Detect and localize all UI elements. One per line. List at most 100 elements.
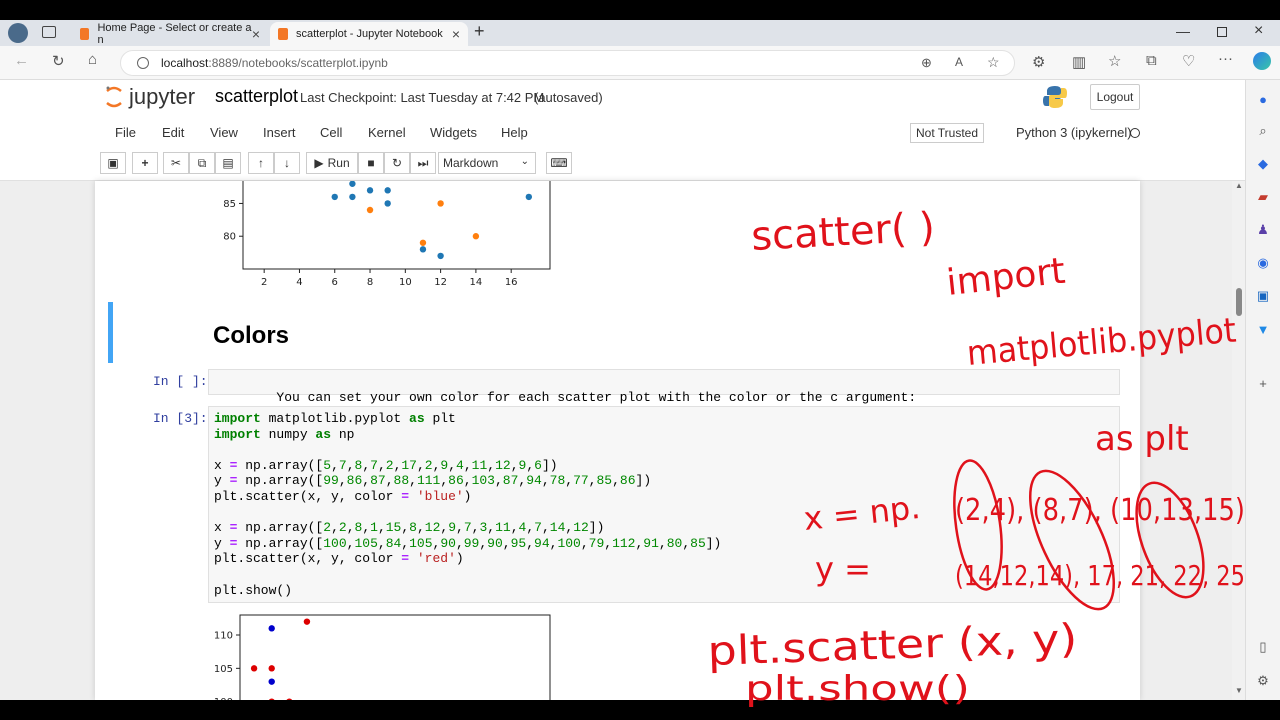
refresh-icon[interactable]: ↻	[52, 52, 65, 70]
menu-edit[interactable]: Edit	[162, 125, 184, 140]
bell-icon[interactable]: ●	[1254, 90, 1272, 108]
read-aloud-icon[interactable]: A	[955, 55, 963, 69]
outlook-icon[interactable]: ▣	[1254, 287, 1272, 305]
save-button[interactable]: ▣	[100, 152, 126, 174]
code-line: import numpy as np	[214, 426, 355, 442]
browser-essentials-icon[interactable]: ♡	[1182, 52, 1195, 70]
restore-icon[interactable]	[1217, 27, 1227, 37]
menu-widgets[interactable]: Widgets	[430, 125, 477, 140]
tab-actions-icon[interactable]	[42, 26, 56, 38]
x-tick-label: 8	[367, 277, 373, 288]
jupyter-logo[interactable]: jupyter	[105, 84, 195, 110]
jupyter-logo-text: jupyter	[129, 84, 196, 109]
page-scrollbar[interactable]: ▲ ▼	[1232, 181, 1245, 700]
scatter-chart-1: 246810121416808590	[223, 181, 551, 288]
jupyter-tab-icon	[80, 28, 90, 40]
url-input[interactable]: localhost:8889/notebooks/scatterplot.ipy…	[120, 50, 1015, 76]
url-path: :8889/notebooks/scatterplot.ipynb	[208, 56, 388, 70]
scroll-down-icon[interactable]: ▼	[1235, 686, 1243, 695]
cell-type-value: Markdown	[443, 156, 499, 170]
scatter-point	[268, 665, 275, 672]
toolbox-icon[interactable]: ▰	[1254, 188, 1272, 206]
notebook-container: 246810121416808590 Colors In [ ]: You ca…	[95, 181, 1140, 700]
microsoft-365-icon[interactable]: ◉	[1254, 254, 1272, 272]
search-icon[interactable]: ⌕	[1254, 122, 1272, 140]
tab-home[interactable]: Home Page - Select or create a n ×	[72, 22, 268, 46]
profile-avatar[interactable]	[8, 23, 28, 43]
python-logo-icon	[1043, 86, 1067, 108]
interrupt-button[interactable]: ■	[358, 152, 384, 174]
scroll-up-icon[interactable]: ▲	[1235, 181, 1243, 190]
favorites-icon[interactable]: ☆	[1108, 52, 1121, 70]
new-tab-button[interactable]: +	[474, 21, 485, 42]
back-icon[interactable]: ←	[14, 52, 29, 69]
home-icon[interactable]: ⌂	[88, 51, 97, 68]
menu-view[interactable]: View	[210, 125, 238, 140]
cell-type-select[interactable]: Markdown ⌄	[438, 152, 536, 174]
jupyter-header: jupyter scatterplot Last Checkpoint: Las…	[0, 80, 1245, 181]
cell-prompt: In [3]:	[153, 411, 208, 426]
move-down-button[interactable]: ↓	[274, 152, 300, 174]
command-palette-button[interactable]: ⌨	[546, 152, 572, 174]
notebook-name[interactable]: scatterplot	[215, 86, 298, 107]
scatter-point	[419, 239, 427, 246]
extensions-icon[interactable]: ⚙	[1032, 53, 1045, 71]
trust-button[interactable]: Not Trusted	[910, 123, 985, 143]
scatter-point	[437, 200, 444, 207]
shopping-tag-icon[interactable]: ◆	[1254, 155, 1272, 173]
tab-home-label: Home Page - Select or create a n	[97, 22, 252, 46]
kernel-name[interactable]: Python 3 (ipykernel)	[1016, 125, 1132, 140]
move-up-button[interactable]: ↑	[248, 152, 274, 174]
insert-cell-button[interactable]: +	[132, 152, 158, 174]
games-icon[interactable]: ♟	[1254, 221, 1272, 239]
tab-scatterplot[interactable]: scatterplot - Jupyter Notebook ×	[270, 22, 468, 46]
menu-file[interactable]: File	[115, 125, 136, 140]
copilot-icon[interactable]	[1253, 52, 1271, 70]
x-tick-label: 6	[332, 277, 338, 288]
logout-button[interactable]: Logout	[1090, 84, 1140, 110]
menu-cell[interactable]: Cell	[320, 125, 342, 140]
run-button[interactable]: ▶ Run	[306, 152, 358, 174]
scatter-point	[349, 193, 356, 201]
scatter-point	[472, 233, 480, 240]
code-cell[interactable]: import matplotlib.pyplot as plt import nu…	[208, 406, 1120, 603]
favorite-star-icon[interactable]: ☆	[987, 54, 1000, 71]
add-icon[interactable]: +	[1254, 374, 1272, 392]
copy-button[interactable]: ⧉	[189, 152, 215, 174]
play-icon: ▶	[314, 156, 324, 170]
restart-button[interactable]: ↻	[384, 152, 410, 174]
cut-button[interactable]: ✂	[163, 152, 189, 174]
zoom-icon[interactable]: ⊕	[921, 55, 932, 71]
scatter-point	[268, 678, 275, 685]
close-icon[interactable]: ×	[252, 26, 260, 42]
run-label: Run	[327, 156, 350, 170]
sidebar-toggle-icon[interactable]: ▯	[1254, 638, 1272, 656]
code-line: y = np.array([99,86,87,88,111,86,103,87,…	[214, 473, 652, 489]
code-line: plt.show()	[214, 582, 293, 598]
code-line: x = np.array([2,2,8,1,15,8,12,9,7,3,11,4…	[214, 520, 605, 536]
drop-icon[interactable]: ▼	[1254, 320, 1272, 338]
x-tick-label: 16	[505, 277, 518, 288]
scatter-point	[268, 698, 275, 700]
split-screen-icon[interactable]: ▥	[1072, 53, 1086, 71]
minimize-icon[interactable]: —	[1176, 23, 1190, 39]
close-icon[interactable]: ×	[452, 26, 460, 42]
restart-run-all-button[interactable]: ⏭	[410, 152, 436, 174]
menu-help[interactable]: Help	[501, 125, 528, 140]
scatter-point	[349, 181, 356, 187]
settings-gear-icon[interactable]: ⚙	[1254, 672, 1272, 690]
paste-button[interactable]: ▤	[215, 152, 241, 174]
close-window-icon[interactable]: ×	[1254, 22, 1263, 40]
info-icon	[137, 57, 149, 69]
scrollbar-thumb[interactable]	[1236, 288, 1242, 316]
markdown-cell-raw[interactable]: You can set your own color for each scat…	[208, 369, 1120, 405]
menu-insert[interactable]: Insert	[263, 125, 296, 140]
more-icon[interactable]: ···	[1218, 50, 1233, 67]
x-tick-label: 4	[296, 277, 302, 288]
address-bar: ← ↻ ⌂ localhost:8889/notebooks/scatterpl…	[0, 46, 1280, 80]
y-tick-label: 80	[223, 232, 236, 243]
markdown-cell-heading[interactable]: Colors	[108, 302, 1125, 363]
menu-kernel[interactable]: Kernel	[368, 125, 406, 140]
collections-icon[interactable]: ⧉	[1146, 52, 1157, 69]
scatter-point	[268, 625, 275, 632]
